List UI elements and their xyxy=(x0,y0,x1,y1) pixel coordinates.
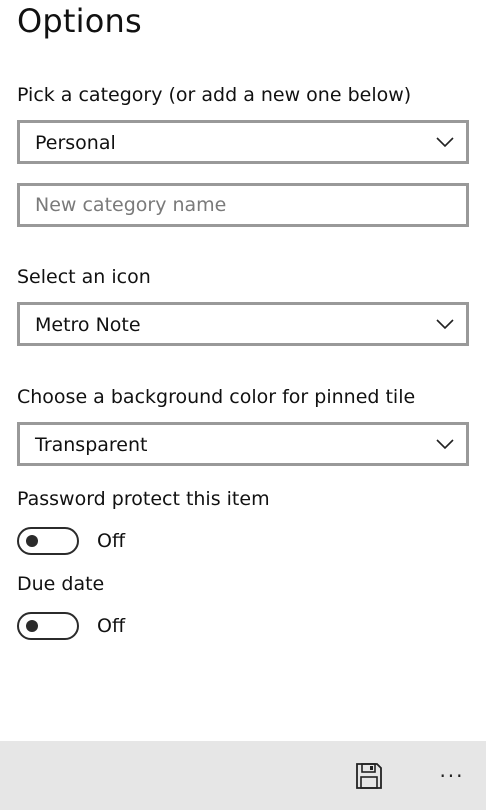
toggle-knob xyxy=(26,620,38,632)
save-button[interactable] xyxy=(352,759,386,793)
app-bar: ··· xyxy=(0,741,486,810)
due-date-label: Due date xyxy=(17,573,105,595)
password-protect-state: Off xyxy=(97,530,126,552)
password-protect-label: Password protect this item xyxy=(17,488,270,510)
category-label: Pick a category (or add a new one below) xyxy=(17,84,412,106)
due-date-toggle[interactable] xyxy=(17,612,79,640)
background-color-selected-value: Transparent xyxy=(35,434,148,456)
due-date-state: Off xyxy=(97,615,126,637)
save-icon xyxy=(356,763,382,789)
background-color-dropdown[interactable]: Transparent xyxy=(17,422,469,466)
icon-label: Select an icon xyxy=(17,266,151,288)
options-page: Options Pick a category (or add a new on… xyxy=(0,0,486,810)
password-protect-toggle[interactable] xyxy=(17,527,79,555)
page-title: Options xyxy=(17,2,142,40)
background-color-label: Choose a background color for pinned til… xyxy=(17,386,416,408)
icon-selected-value: Metro Note xyxy=(35,314,141,336)
more-icon: ··· xyxy=(439,764,465,788)
chevron-down-icon xyxy=(436,319,454,330)
due-date-toggle-row: Off xyxy=(17,612,125,640)
category-selected-value: Personal xyxy=(35,132,116,154)
icon-dropdown[interactable]: Metro Note xyxy=(17,302,469,346)
category-dropdown[interactable]: Personal xyxy=(17,120,469,164)
new-category-field[interactable] xyxy=(17,183,469,227)
toggle-knob xyxy=(26,535,38,547)
chevron-down-icon xyxy=(436,439,454,450)
new-category-input[interactable] xyxy=(20,186,466,224)
chevron-down-icon xyxy=(436,137,454,148)
more-options-button[interactable]: ··· xyxy=(434,759,470,793)
password-protect-toggle-row: Off xyxy=(17,527,125,555)
